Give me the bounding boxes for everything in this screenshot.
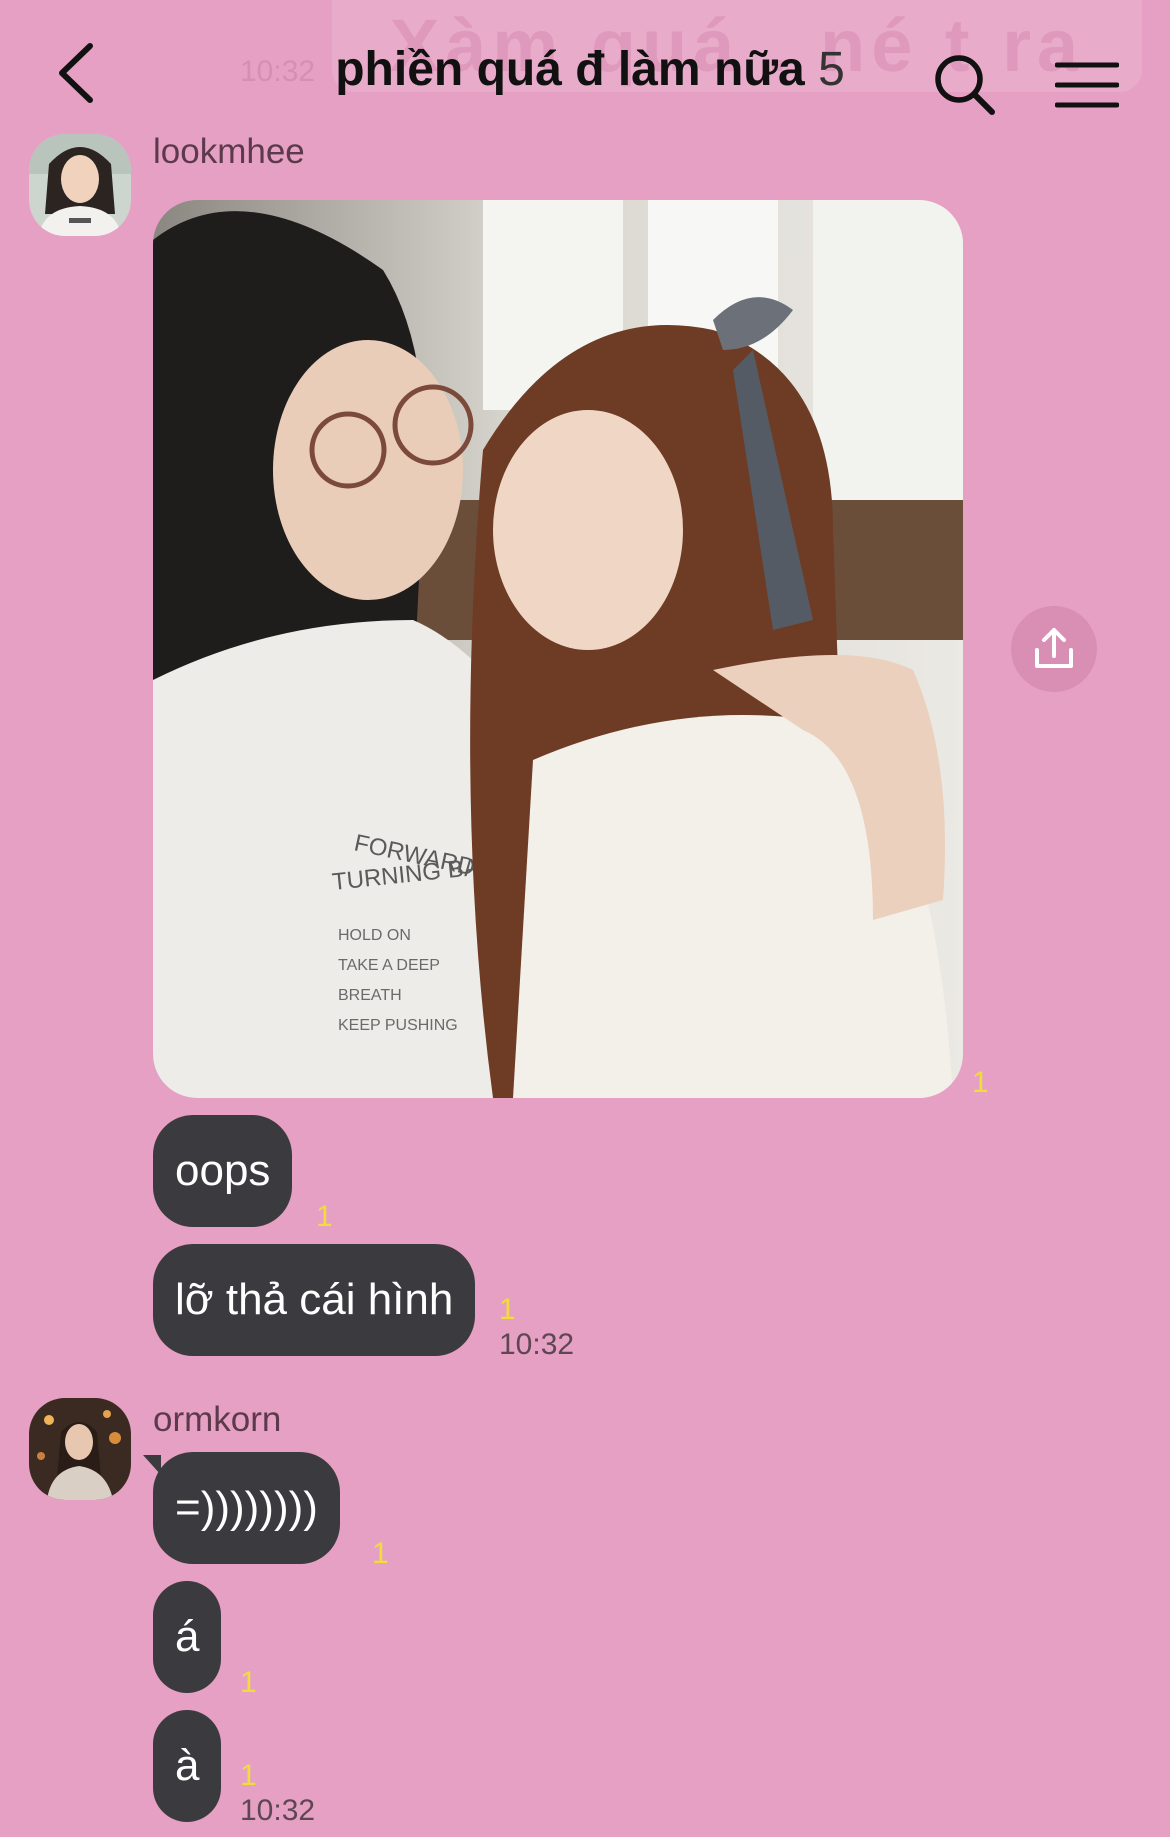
chat-title-bar: phiền quá đ làm nữa 5 [280, 42, 900, 97]
message-bubble[interactable]: á [153, 1581, 222, 1693]
search-icon [935, 55, 995, 115]
message-bubble[interactable]: à [153, 1710, 222, 1822]
svg-text:HOLD ON: HOLD ON [338, 927, 411, 944]
sender-name[interactable]: lookmhee [153, 132, 305, 172]
shared-photo[interactable]: FORWARD TURNING BACK HOLD ON TAKE A DEEP… [153, 200, 963, 1098]
share-upload-icon [1035, 628, 1073, 668]
shared-photo-image: FORWARD TURNING BACK HOLD ON TAKE A DEEP… [153, 200, 963, 1098]
unread-count: 1 [372, 1537, 389, 1570]
back-button[interactable] [48, 38, 108, 108]
svg-text:TAKE A DEEP: TAKE A DEEP [338, 957, 440, 974]
hamburger-menu-icon [1054, 62, 1120, 108]
avatar-lookmhee[interactable] [29, 134, 131, 236]
search-button[interactable] [930, 50, 1000, 120]
member-count: 5 [818, 43, 845, 96]
unread-count: 1 [972, 1066, 989, 1099]
message-bubble[interactable]: oops [153, 1115, 293, 1227]
svg-text:KEEP PUSHING: KEEP PUSHING [338, 1017, 458, 1034]
message-time: 10:32 [499, 1328, 575, 1361]
svg-text:BREATH: BREATH [338, 987, 402, 1004]
sender-name[interactable]: ormkorn [153, 1400, 281, 1440]
unread-count: 1 [316, 1200, 333, 1233]
menu-button[interactable] [1054, 60, 1120, 110]
chat-title: phiền quá đ làm nữa [335, 43, 805, 96]
message-bubble[interactable]: =)))))))) [153, 1452, 340, 1564]
message-bubble[interactable]: lỡ thả cái hình [153, 1244, 476, 1356]
share-button[interactable] [1011, 606, 1097, 692]
avatar-photo [29, 1398, 131, 1500]
unread-count: 1 [240, 1759, 257, 1792]
chevron-left-icon [59, 43, 93, 103]
unread-count: 1 [240, 1666, 257, 1699]
avatar-photo [29, 134, 131, 236]
message-time: 10:32 [240, 1794, 316, 1827]
avatar-ormkorn[interactable] [29, 1398, 131, 1500]
unread-count: 1 [499, 1293, 516, 1326]
